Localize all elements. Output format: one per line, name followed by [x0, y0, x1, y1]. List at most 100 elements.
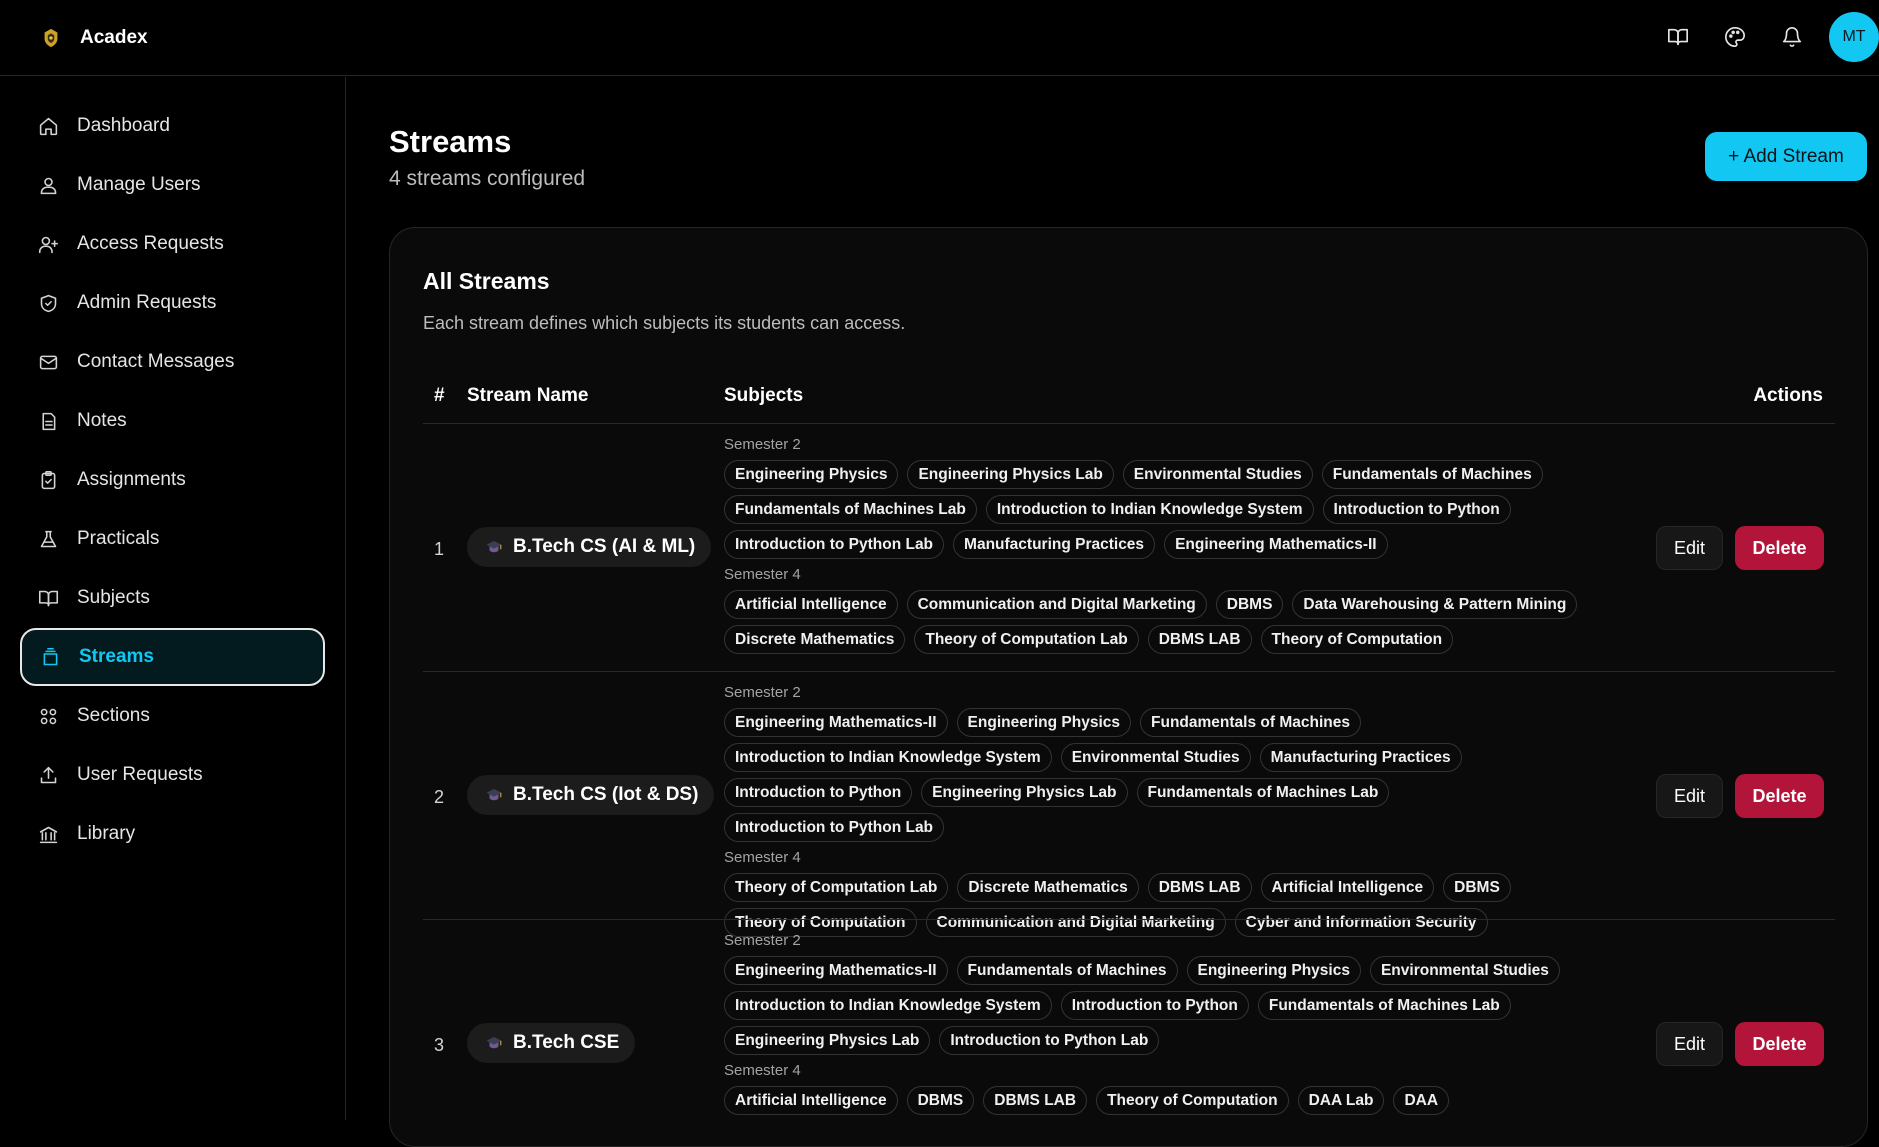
grid-icon	[40, 708, 57, 724]
delete-button[interactable]: Delete	[1735, 526, 1824, 570]
header-divider	[423, 423, 1835, 424]
brand[interactable]: Acadex	[40, 27, 148, 49]
semester-label: Semester 4	[724, 849, 801, 866]
semester-label: Semester 4	[724, 1062, 801, 1079]
subject-chip: DBMS	[1443, 873, 1511, 902]
subject-chip: DAA	[1393, 1086, 1450, 1115]
library-icon	[39, 826, 58, 843]
sidebar-item-label: User Requests	[77, 764, 203, 785]
subject-chip: Engineering Physics	[1186, 956, 1361, 985]
sidebar-item-label: Contact Messages	[77, 351, 235, 372]
sidebar-item-dashboard[interactable]: Dashboard	[20, 97, 325, 155]
subject-chip: Introduction to Indian Knowledge System	[724, 743, 1052, 772]
subjects-list: Semester 2 Engineering Mathematics-II En…	[724, 683, 1624, 943]
column-header-actions: Actions	[1753, 385, 1823, 406]
subjects-list: Semester 2 Engineering Mathematics-II Fu…	[724, 931, 1624, 1121]
sidebar-item-notes[interactable]: Notes	[20, 392, 325, 450]
book-open-icon	[38, 590, 59, 606]
stream-name: B.Tech CS (Iot & DS)	[513, 784, 699, 805]
column-header-subjects: Subjects	[724, 385, 804, 406]
upload-icon	[40, 766, 57, 783]
sidebar-item-assignments[interactable]: Assignments	[20, 451, 325, 509]
subject-chips: Theory of Computation Lab Discrete Mathe…	[724, 873, 1614, 937]
stream-name: B.Tech CS (AI & ML)	[513, 536, 696, 557]
semester-label: Semester 4	[724, 566, 801, 583]
bell-icon[interactable]	[1780, 25, 1804, 49]
subject-chip: Engineering Mathematics-II	[724, 956, 948, 985]
subject-chip: Theory of Computation	[1260, 625, 1454, 654]
sidebar-item-access-requests[interactable]: Access Requests	[20, 215, 325, 273]
page-subtitle: 4 streams configured	[389, 167, 586, 190]
sidebar-item-label: Library	[77, 823, 136, 844]
graduation-cap-icon	[486, 789, 502, 801]
subject-chip: Fundamentals of Machines Lab	[1136, 778, 1390, 807]
sidebar-item-contact-messages[interactable]: Contact Messages	[20, 333, 325, 391]
flask-icon	[40, 530, 57, 547]
subject-chip: Artificial Intelligence	[1260, 873, 1435, 902]
sidebar-item-user-requests[interactable]: User Requests	[20, 746, 325, 804]
subject-chip: Introduction to Python Lab	[724, 530, 945, 559]
home-icon	[39, 117, 58, 135]
subject-chip: Introduction to Python Lab	[724, 813, 945, 842]
sidebar-item-practicals[interactable]: Practicals	[20, 510, 325, 568]
card-description: Each stream defines which subjects its s…	[423, 313, 906, 333]
row-number: 1	[434, 539, 445, 559]
subject-chip: Engineering Physics Lab	[724, 1026, 931, 1055]
edit-button[interactable]: Edit	[1656, 526, 1723, 570]
logo-icon	[44, 28, 58, 47]
sidebar-item-label: Dashboard	[77, 115, 170, 136]
column-header-number: #	[434, 385, 445, 406]
delete-button[interactable]: Delete	[1735, 774, 1824, 818]
subject-chip: DBMS LAB	[983, 1086, 1088, 1115]
card-title: All Streams	[423, 268, 550, 294]
subject-chip: Artificial Intelligence	[724, 1086, 898, 1115]
edit-button[interactable]: Edit	[1656, 1022, 1723, 1066]
avatar[interactable]: MT	[1829, 12, 1879, 62]
sidebar-item-sections[interactable]: Sections	[20, 687, 325, 745]
subject-chip: Manufacturing Practices	[953, 530, 1156, 559]
subject-chip: Introduction to Python Lab	[939, 1026, 1160, 1055]
subject-chip: Engineering Physics	[956, 708, 1132, 737]
sidebar-item-manage-users[interactable]: Manage Users	[20, 156, 325, 214]
sidebar-item-label: Manage Users	[77, 174, 201, 195]
graduation-cap-icon	[486, 1037, 502, 1049]
semester-label: Semester 2	[724, 684, 801, 701]
subject-chip: Engineering Physics Lab	[907, 460, 1114, 489]
sidebar-item-label: Subjects	[77, 587, 150, 608]
app-name: Acadex	[80, 26, 148, 48]
sidebar-item-label: Practicals	[77, 528, 160, 549]
subject-chip: Fundamentals of Machines	[956, 956, 1178, 985]
top-bar: Acadex MT	[0, 0, 1879, 76]
subject-chip: Theory of Computation Lab	[724, 873, 949, 902]
edit-button[interactable]: Edit	[1656, 774, 1723, 818]
graduation-cap-icon	[486, 541, 502, 553]
sidebar-item-label: Sections	[77, 705, 150, 726]
sidebar-item-label: Admin Requests	[77, 292, 217, 313]
row-divider	[423, 671, 1835, 672]
sidebar-item-label: Notes	[77, 410, 127, 431]
subject-chip: Engineering Physics	[724, 460, 899, 489]
sidebar-item-admin-requests[interactable]: Admin Requests	[20, 274, 325, 332]
user-plus-icon	[38, 236, 59, 253]
book-icon[interactable]	[1666, 25, 1690, 49]
subject-chip: Environmental Studies	[1369, 956, 1560, 985]
users-icon	[40, 177, 57, 194]
sidebar: Dashboard Manage Users Access Requests A…	[0, 77, 346, 1120]
palette-icon[interactable]	[1723, 25, 1747, 49]
delete-button[interactable]: Delete	[1735, 1022, 1824, 1066]
sidebar-item-label: Assignments	[77, 469, 186, 490]
subject-chip: DBMS LAB	[1147, 625, 1252, 654]
top-actions: MT	[1666, 12, 1879, 62]
subject-chip: Artificial Intelligence	[724, 590, 898, 619]
sidebar-item-library[interactable]: Library	[20, 805, 325, 863]
document-icon	[42, 412, 56, 430]
add-stream-button[interactable]: + Add Stream	[1705, 132, 1867, 181]
column-header-stream-name: Stream Name	[467, 385, 589, 406]
sidebar-item-streams[interactable]: Streams	[20, 628, 325, 686]
sidebar-item-subjects[interactable]: Subjects	[20, 569, 325, 627]
subject-chip: Introduction to Indian Knowledge System	[985, 495, 1314, 524]
streams-card: All Streams Each stream defines which su…	[389, 227, 1868, 1147]
subject-chip: Environmental Studies	[1060, 743, 1251, 772]
page-title: Streams	[389, 124, 512, 159]
sidebar-item-label: Streams	[79, 646, 154, 667]
